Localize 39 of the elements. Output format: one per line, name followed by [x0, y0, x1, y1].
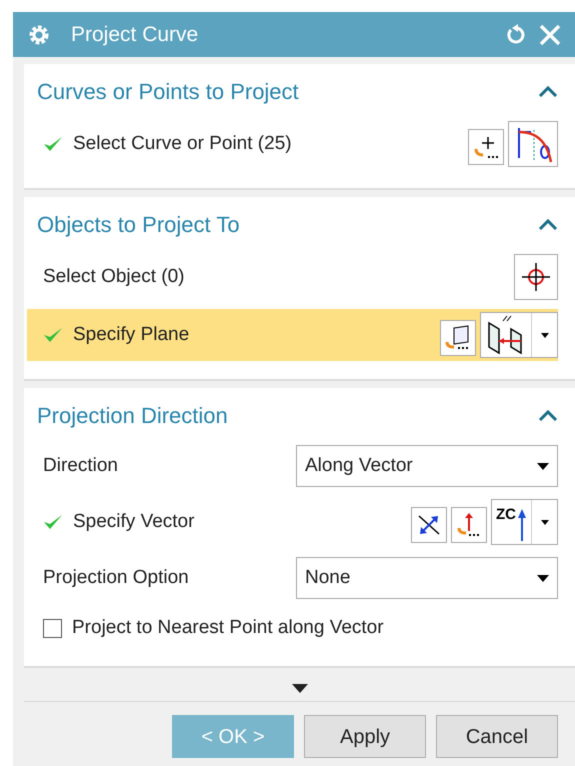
- collapse-button[interactable]: [538, 218, 558, 230]
- chevron-up-icon: [538, 85, 558, 97]
- caret-down-icon: [537, 574, 549, 582]
- dropdown-field[interactable]: None: [296, 557, 558, 599]
- row-label: Select Curve or Point (25): [73, 132, 292, 156]
- collapse-button[interactable]: [538, 85, 558, 97]
- section-title: Projection Direction: [37, 402, 228, 430]
- field-label: Direction: [43, 454, 119, 478]
- close-button[interactable]: [539, 24, 561, 46]
- chevron-up-icon: [538, 218, 558, 230]
- reset-button[interactable]: [505, 24, 527, 46]
- dialog-button[interactable]: Apply: [304, 715, 426, 758]
- up-arrow-icon: [517, 507, 527, 541]
- checkmark-icon: [43, 513, 63, 531]
- collapse-button[interactable]: [538, 409, 558, 421]
- window-title: Project Curve: [71, 22, 200, 48]
- dropdown-field[interactable]: Along Vector: [296, 445, 558, 487]
- checkbox-label: Project to Nearest Point along Vector: [72, 616, 384, 640]
- checkmark-icon: [43, 326, 63, 344]
- zc-label: ZC: [496, 507, 516, 522]
- field-label: Projection Option: [43, 566, 190, 590]
- row-label: Specify Plane: [73, 322, 190, 347]
- selection-row[interactable]: Specify Plane: [27, 309, 558, 361]
- caret-down-icon: [540, 332, 548, 338]
- row-label: Select Object (0): [43, 264, 184, 289]
- reset-icon: [505, 24, 527, 46]
- section-title: Curves or Points to Project: [37, 78, 299, 106]
- close-icon: [539, 24, 561, 46]
- row-label: Specify Vector: [73, 510, 194, 534]
- settings-icon: [27, 22, 51, 46]
- caret-down-icon: [540, 520, 548, 524]
- chevron-up-icon: [538, 409, 558, 421]
- crosshair-icon: [519, 260, 553, 294]
- checkmark-icon: [43, 135, 63, 153]
- section-title: Objects to Project To: [37, 210, 240, 239]
- dialog-button[interactable]: Cancel: [436, 715, 558, 758]
- caret-down-icon: [537, 462, 549, 470]
- expand-more-icon: [292, 684, 308, 693]
- checkbox[interactable]: [43, 618, 62, 638]
